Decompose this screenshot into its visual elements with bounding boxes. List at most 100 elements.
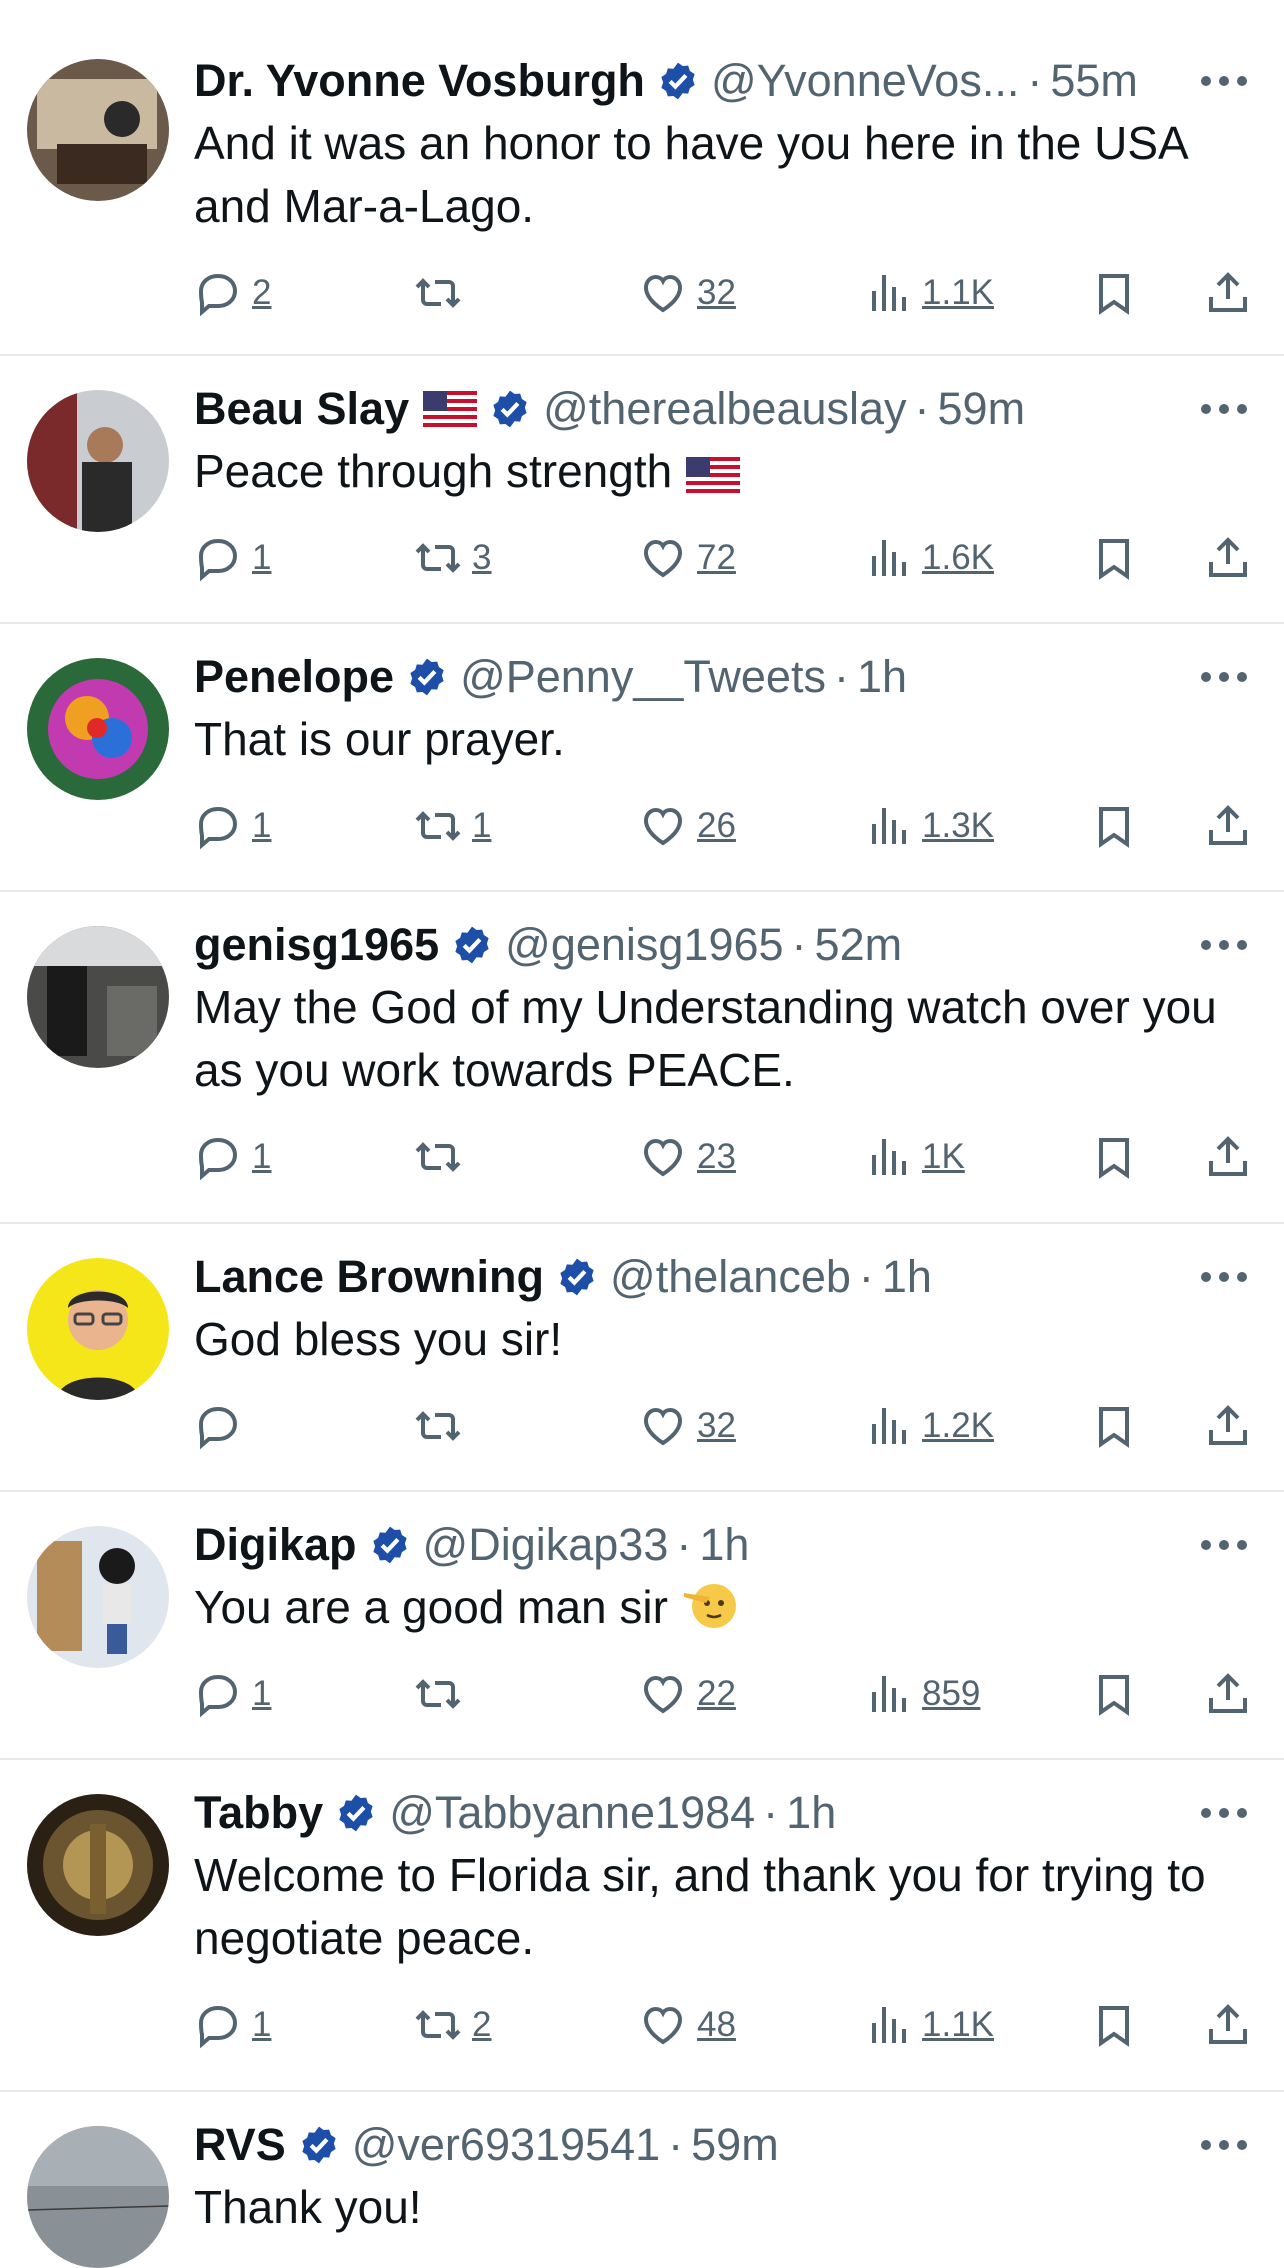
- like-button[interactable]: 22: [639, 1669, 736, 1719]
- reply-button[interactable]: 1: [194, 801, 271, 851]
- user-handle[interactable]: @Tabbyanne1984: [389, 1788, 755, 1838]
- bookmark-button[interactable]: [1090, 268, 1138, 318]
- timestamp[interactable]: 1h: [882, 1252, 932, 1302]
- display-name[interactable]: RVS: [194, 2120, 286, 2170]
- like-button[interactable]: 23: [639, 1132, 736, 1182]
- avatar[interactable]: [27, 926, 169, 1068]
- retweet-button[interactable]: 2: [414, 2000, 491, 2050]
- share-button[interactable]: [1204, 533, 1252, 583]
- tweet[interactable]: Lance Browning @thelanceb · 1h God bless…: [0, 1224, 1284, 1492]
- avatar[interactable]: [27, 1794, 169, 1936]
- share-button[interactable]: [1204, 1401, 1252, 1451]
- display-name[interactable]: Penelope: [194, 652, 394, 702]
- timestamp[interactable]: 59m: [691, 2120, 779, 2170]
- analytics-icon: [872, 1676, 906, 1712]
- retweet-button[interactable]: [414, 1669, 472, 1719]
- more-options-icon[interactable]: [1194, 56, 1254, 106]
- more-options-icon[interactable]: [1194, 1252, 1254, 1302]
- share-button[interactable]: [1204, 1669, 1252, 1719]
- tweet[interactable]: genisg1965 @genisg1965 · 52m May the God…: [0, 892, 1284, 1224]
- display-name[interactable]: Beau Slay: [194, 384, 409, 434]
- avatar[interactable]: [27, 658, 169, 800]
- separator-dot: ·: [791, 919, 807, 970]
- user-handle[interactable]: @YvonneVos...: [711, 56, 1019, 106]
- tweet[interactable]: Digikap @Digikap33 · 1h You are a good m…: [0, 1492, 1284, 1760]
- like-button[interactable]: 72: [639, 533, 736, 583]
- timestamp[interactable]: 1h: [857, 652, 907, 702]
- tweet[interactable]: Dr. Yvonne Vosburgh @YvonneVos... · 55m …: [0, 0, 1284, 356]
- tweet[interactable]: Tabby @Tabbyanne1984 · 1h Welcome to Flo…: [0, 1760, 1284, 2092]
- reply-button[interactable]: 1: [194, 2000, 271, 2050]
- bookmark-icon: [1099, 274, 1129, 315]
- like-button[interactable]: 32: [639, 268, 736, 318]
- bookmark-button[interactable]: [1090, 533, 1138, 583]
- like-button[interactable]: 32: [639, 1401, 736, 1451]
- like-button[interactable]: 26: [639, 801, 736, 851]
- tweet[interactable]: Penelope @Penny__Tweets · 1h That is our…: [0, 624, 1284, 892]
- bookmark-button[interactable]: [1090, 2000, 1138, 2050]
- tweet-text: You are a good man sir: [194, 1576, 1250, 1639]
- tweet-text: God bless you sir!: [194, 1313, 563, 1365]
- retweet-button[interactable]: [414, 1401, 472, 1451]
- tweet-text: Thank you!: [194, 2181, 422, 2233]
- views-button[interactable]: 1.3K: [864, 801, 994, 851]
- reply-button[interactable]: [194, 1401, 252, 1451]
- more-options-icon[interactable]: [1194, 652, 1254, 702]
- timestamp[interactable]: 1h: [699, 1520, 749, 1570]
- user-handle[interactable]: @thelanceb: [610, 1252, 851, 1302]
- reply-button[interactable]: 1: [194, 1132, 271, 1182]
- tweet[interactable]: RVS @ver69319541 · 59m Thank you!: [0, 2092, 1284, 2268]
- display-name[interactable]: Lance Browning: [194, 1252, 544, 1302]
- views-button[interactable]: 1.1K: [864, 2000, 994, 2050]
- tweet[interactable]: Beau Slay @therealbeauslay · 59m Peace t…: [0, 356, 1284, 624]
- share-button[interactable]: [1204, 2000, 1252, 2050]
- user-handle[interactable]: @therealbeauslay: [543, 384, 906, 434]
- more-options-icon[interactable]: [1194, 1520, 1254, 1570]
- avatar[interactable]: [27, 59, 169, 201]
- bookmark-button[interactable]: [1090, 1669, 1138, 1719]
- more-options-icon[interactable]: [1194, 384, 1254, 434]
- like-button[interactable]: 48: [639, 2000, 736, 2050]
- display-name[interactable]: Digikap: [194, 1520, 357, 1570]
- views-button[interactable]: 1K: [864, 1132, 965, 1182]
- retweet-button[interactable]: [414, 268, 472, 318]
- share-button[interactable]: [1204, 268, 1252, 318]
- timestamp[interactable]: 59m: [938, 384, 1026, 434]
- more-options-icon[interactable]: [1194, 920, 1254, 970]
- timestamp[interactable]: 55m: [1050, 56, 1138, 106]
- reply-icon: [198, 806, 238, 850]
- display-name[interactable]: genisg1965: [194, 920, 439, 970]
- display-name[interactable]: Tabby: [194, 1788, 323, 1838]
- share-button[interactable]: [1204, 1132, 1252, 1182]
- retweet-button[interactable]: 3: [414, 533, 491, 583]
- tweet-text: And it was an honor to have you here in …: [194, 117, 1199, 232]
- retweet-button[interactable]: 1: [414, 801, 491, 851]
- more-options-icon[interactable]: [1194, 1788, 1254, 1838]
- retweet-icon: [415, 811, 461, 841]
- reply-button[interactable]: 1: [194, 533, 271, 583]
- display-name[interactable]: Dr. Yvonne Vosburgh: [194, 56, 645, 106]
- bookmark-button[interactable]: [1090, 1132, 1138, 1182]
- share-button[interactable]: [1204, 801, 1252, 851]
- timestamp[interactable]: 1h: [786, 1788, 836, 1838]
- avatar[interactable]: [27, 390, 169, 532]
- user-handle[interactable]: @ver69319541: [352, 2120, 660, 2170]
- bookmark-button[interactable]: [1090, 1401, 1138, 1451]
- more-options-icon[interactable]: [1194, 2120, 1254, 2170]
- reply-button[interactable]: 2: [194, 268, 271, 318]
- views-button[interactable]: 1.2K: [864, 1401, 994, 1451]
- retweet-button[interactable]: [414, 1132, 472, 1182]
- action-bar: 1 22 859: [194, 1649, 1250, 1739]
- user-handle[interactable]: @Penny__Tweets: [460, 652, 826, 702]
- reply-button[interactable]: 1: [194, 1669, 271, 1719]
- views-button[interactable]: 1.6K: [864, 533, 994, 583]
- avatar[interactable]: [27, 2126, 169, 2268]
- avatar[interactable]: [27, 1258, 169, 1400]
- views-button[interactable]: 1.1K: [864, 268, 994, 318]
- avatar[interactable]: [27, 1526, 169, 1668]
- views-button[interactable]: 859: [864, 1669, 980, 1719]
- bookmark-button[interactable]: [1090, 801, 1138, 851]
- user-handle[interactable]: @Digikap33: [423, 1520, 669, 1570]
- timestamp[interactable]: 52m: [815, 920, 903, 970]
- user-handle[interactable]: @genisg1965: [505, 920, 783, 970]
